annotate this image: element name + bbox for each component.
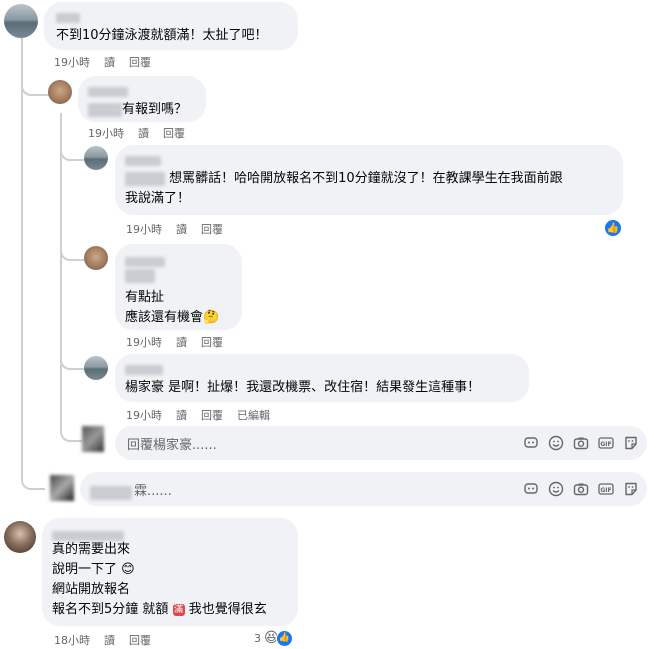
avatar[interactable] bbox=[4, 4, 38, 38]
comment-bubble: 有報到嗎？ bbox=[78, 76, 206, 122]
blurred-name bbox=[52, 530, 124, 541]
comment-text: 楊家豪 是啊！扯爆！我還改機票、改住宿！結果發生這種事！ bbox=[125, 380, 481, 395]
blurred-name bbox=[125, 256, 165, 267]
comment-bubble: 有點扯 應該還有機會🤔 bbox=[115, 244, 242, 330]
comment-bubble: 想罵髒話！哈哈開放報名不到10分鐘就沒了！在教課學生在我面前跟 我說滿了！ bbox=[115, 145, 623, 215]
thinking-emoji-icon: 🤔 bbox=[203, 310, 220, 325]
sticker-icon[interactable] bbox=[523, 481, 539, 497]
reply-link[interactable]: 回覆 bbox=[129, 56, 151, 69]
blurred-name bbox=[125, 364, 163, 375]
thread-curve bbox=[21, 80, 49, 96]
read-link[interactable]: 讀 bbox=[176, 409, 187, 422]
avatar[interactable] bbox=[4, 521, 36, 553]
comment-meta: 19小時 讀 回覆 bbox=[88, 125, 199, 141]
blurred-mention bbox=[90, 485, 132, 500]
svg-text:GIF: GIF bbox=[600, 487, 611, 494]
gif-icon[interactable]: GIF bbox=[598, 435, 614, 451]
thread-line-main bbox=[21, 38, 23, 478]
reply-input[interactable]: 霖...... GIF bbox=[80, 472, 647, 506]
thread-curve bbox=[60, 422, 82, 442]
reply-placeholder: 霖...... bbox=[134, 484, 172, 499]
like-reaction-icon[interactable]: 👍 bbox=[604, 219, 622, 237]
blurred-mention bbox=[125, 171, 165, 186]
comment-bubble: 楊家豪 是啊！扯爆！我還改機票、改住宿！結果發生這種事！ bbox=[115, 354, 529, 402]
avatar[interactable] bbox=[84, 146, 108, 170]
sticker-icon[interactable] bbox=[523, 435, 539, 451]
comment-text-line3: 網站開放報名 bbox=[52, 582, 131, 597]
full-badge-icon: 滿 bbox=[172, 603, 185, 616]
read-link[interactable]: 讀 bbox=[104, 634, 115, 647]
edited-label: 已編輯 bbox=[237, 409, 270, 422]
comment-bubble: 不到10分鐘泳渡就額滿！太扯了吧！ bbox=[44, 2, 298, 50]
comment-text-line1: 真的需要出來 bbox=[52, 542, 131, 557]
thread-curve bbox=[21, 462, 45, 490]
reply-link[interactable]: 回覆 bbox=[129, 634, 151, 647]
reply-avatar-blurred bbox=[82, 426, 104, 452]
blurred-name bbox=[56, 12, 80, 23]
blurred-name bbox=[88, 86, 128, 97]
reply-input[interactable]: 回覆楊家豪...... GIF bbox=[115, 426, 647, 460]
comment-meta: 19小時 讀 回覆 bbox=[126, 334, 237, 350]
comment-text-line2: 應該還有機會 bbox=[125, 310, 204, 325]
timestamp[interactable]: 19小時 bbox=[126, 336, 162, 349]
thread-curve bbox=[60, 245, 84, 261]
read-link[interactable]: 讀 bbox=[138, 127, 149, 140]
reply-link[interactable]: 回覆 bbox=[201, 223, 223, 236]
comment-bubble: 真的需要出來 說明一下了 😊 網站開放報名 報名不到5分鐘 就額 滿 我也覺得很… bbox=[42, 518, 298, 626]
comment-text-line2: 我說滿了！ bbox=[125, 191, 191, 206]
comment-meta: 19小時 讀 回覆 bbox=[126, 221, 237, 237]
gif-icon[interactable]: GIF bbox=[598, 481, 614, 497]
timestamp[interactable]: 19小時 bbox=[126, 409, 162, 422]
reply-avatar-blurred bbox=[50, 475, 74, 501]
reply-link[interactable]: 回覆 bbox=[201, 409, 223, 422]
reply-link[interactable]: 回覆 bbox=[163, 127, 185, 140]
read-link[interactable]: 讀 bbox=[104, 56, 115, 69]
comment-meta: 19小時 讀 回覆 bbox=[54, 54, 165, 70]
avatar[interactable] bbox=[48, 80, 72, 104]
read-link[interactable]: 讀 bbox=[176, 223, 187, 236]
timestamp[interactable]: 18小時 bbox=[54, 634, 90, 647]
thread-curve bbox=[60, 354, 84, 370]
emoji-icon[interactable] bbox=[548, 435, 564, 451]
svg-text:GIF: GIF bbox=[600, 441, 611, 448]
camera-icon[interactable] bbox=[573, 435, 589, 451]
reply-link[interactable]: 回覆 bbox=[201, 336, 223, 349]
blurred-mention bbox=[125, 268, 155, 283]
comment-text: 不到10分鐘泳渡就額滿！太扯了吧！ bbox=[56, 28, 268, 43]
blurred-name bbox=[125, 155, 161, 166]
thread-curve bbox=[60, 145, 84, 161]
read-link[interactable]: 讀 bbox=[176, 336, 187, 349]
blurred-mention bbox=[88, 102, 122, 117]
sticker-smile-icon[interactable] bbox=[623, 435, 639, 451]
like-reaction-icon: 👍 bbox=[275, 629, 293, 647]
reply-placeholder: 回覆楊家豪...... bbox=[127, 438, 217, 453]
reaction-summary[interactable]: 3 😆 👍 bbox=[254, 629, 293, 647]
camera-icon[interactable] bbox=[573, 481, 589, 497]
timestamp[interactable]: 19小時 bbox=[54, 56, 90, 69]
comment-text-line1: 想罵髒話！哈哈開放報名不到10分鐘就沒了！在教課學生在我面前跟 bbox=[169, 171, 563, 186]
thread-line-nested bbox=[60, 113, 62, 433]
emoji-icon[interactable] bbox=[548, 481, 564, 497]
avatar[interactable] bbox=[84, 246, 108, 270]
comment-text-line4a: 報名不到5分鐘 就額 bbox=[52, 602, 169, 617]
comment-text-line2: 說明一下了 bbox=[52, 562, 118, 577]
comment-text: 有報到嗎？ bbox=[122, 102, 188, 117]
comment-text-line1: 有點扯 bbox=[125, 290, 165, 305]
timestamp[interactable]: 19小時 bbox=[88, 127, 124, 140]
comment-meta: 19小時 讀 回覆 已編輯 bbox=[126, 407, 284, 423]
timestamp[interactable]: 19小時 bbox=[126, 223, 162, 236]
avatar[interactable] bbox=[84, 356, 108, 380]
sticker-smile-icon[interactable] bbox=[623, 481, 639, 497]
comment-meta: 18小時 讀 回覆 bbox=[54, 632, 165, 648]
comment-text-line4b: 我也覺得很玄 bbox=[188, 602, 267, 617]
reaction-count: 3 bbox=[254, 631, 261, 645]
grinning-emoji-icon: 😊 bbox=[121, 562, 135, 577]
